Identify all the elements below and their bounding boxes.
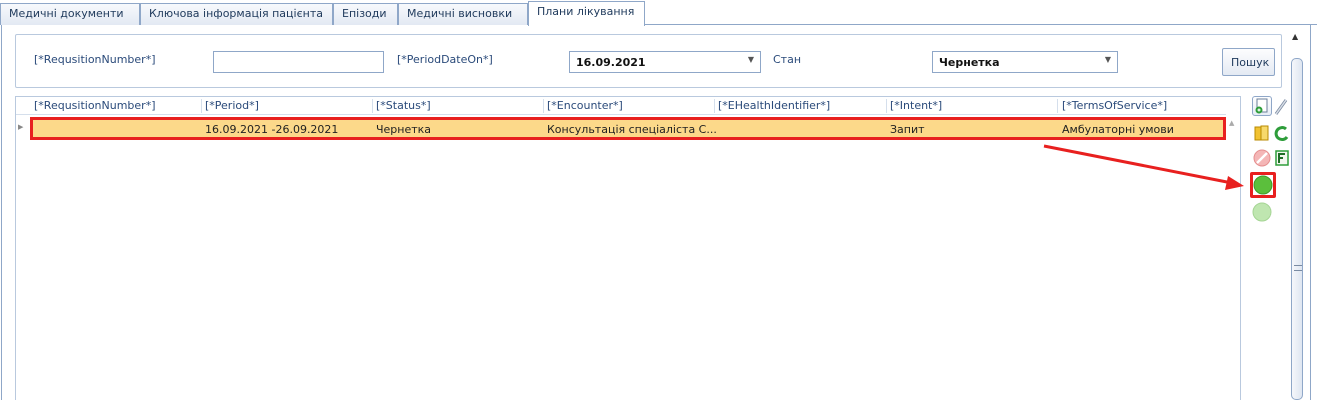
column-divider[interactable] bbox=[714, 99, 715, 113]
tab-medical-documents[interactable]: Медичні документи bbox=[0, 3, 140, 25]
column-divider[interactable] bbox=[543, 99, 544, 113]
filter-panel: [*RequsitionNumber*] [*PeriodDateOn*] 16… bbox=[15, 34, 1282, 88]
state-label: Стан bbox=[773, 53, 802, 66]
row-indicator-icon: ▶ bbox=[18, 123, 24, 131]
column-header-requisition-number[interactable]: [*RequsitionNumber*] bbox=[34, 99, 156, 112]
period-date-label: [*PeriodDateOn*] bbox=[397, 53, 493, 66]
cell-status: Чернетка bbox=[376, 123, 432, 136]
cell-encounter: Консультація спеціаліста С... bbox=[547, 123, 717, 136]
column-header-terms-of-service[interactable]: [*TermsOfService*] bbox=[1062, 99, 1167, 112]
column-header-intent[interactable]: [*Intent*] bbox=[890, 99, 942, 112]
requisition-number-input[interactable] bbox=[213, 51, 384, 73]
tab-key-patient-info[interactable]: Ключова інформація пацієнта bbox=[140, 3, 333, 25]
scroll-thumb[interactable] bbox=[1291, 58, 1303, 400]
search-button[interactable]: Пошук bbox=[1222, 48, 1275, 76]
book-icon[interactable] bbox=[1252, 123, 1272, 143]
cell-intent: Запит bbox=[890, 123, 925, 136]
column-header-status[interactable]: [*Status*] bbox=[376, 99, 431, 112]
column-divider[interactable] bbox=[201, 99, 202, 113]
cell-period: 16.09.2021 -26.09.2021 bbox=[205, 123, 339, 136]
period-date-value: 16.09.2021 bbox=[576, 56, 646, 69]
page-scrollbar[interactable]: ▲ bbox=[1290, 30, 1304, 400]
tab-treatment-plans[interactable]: Плани лікування bbox=[528, 1, 645, 26]
column-divider[interactable] bbox=[1057, 99, 1058, 113]
column-header-encounter[interactable]: [*Encounter*] bbox=[547, 99, 623, 112]
column-header-ehealth-identifier[interactable]: [*EHealthIdentifier*] bbox=[718, 99, 830, 112]
period-date-picker[interactable]: 16.09.2021 ▼ bbox=[569, 51, 761, 73]
cancel-icon[interactable] bbox=[1252, 148, 1272, 168]
add-document-icon[interactable] bbox=[1252, 96, 1272, 116]
cell-terms-of-service: Амбулаторні умови bbox=[1062, 123, 1174, 136]
column-divider[interactable] bbox=[886, 99, 887, 113]
grid-scrollbar[interactable]: ▲ bbox=[1226, 115, 1240, 400]
chevron-down-icon[interactable]: ▼ bbox=[1105, 55, 1111, 64]
tab-strip: Медичні документи Ключова інформація пац… bbox=[0, 0, 1317, 26]
scroll-up-icon[interactable]: ▲ bbox=[1292, 32, 1298, 41]
tab-episodes[interactable]: Епізоди bbox=[333, 3, 398, 25]
table-row[interactable]: 16.09.2021 -26.09.2021 Чернетка Консульт… bbox=[30, 117, 1226, 140]
green-circle-icon[interactable] bbox=[1250, 172, 1276, 198]
grid-header: [*RequsitionNumber*] [*Period*] [*Status… bbox=[16, 97, 1226, 115]
column-divider[interactable] bbox=[372, 99, 373, 113]
light-green-circle-icon[interactable] bbox=[1252, 202, 1272, 222]
grip-icon bbox=[1294, 265, 1302, 271]
chevron-down-icon[interactable]: ▼ bbox=[748, 55, 754, 64]
treatment-plans-grid: [*RequsitionNumber*] [*Period*] [*Status… bbox=[15, 96, 1241, 400]
requisition-number-label: [*RequsitionNumber*] bbox=[34, 53, 156, 66]
state-value: Чернетка bbox=[939, 56, 1000, 69]
tab-medical-conclusions[interactable]: Медичні висновки bbox=[398, 3, 528, 25]
state-select[interactable]: Чернетка ▼ bbox=[932, 51, 1118, 73]
column-header-period[interactable]: [*Period*] bbox=[205, 99, 259, 112]
scroll-up-icon[interactable]: ▲ bbox=[1229, 119, 1234, 127]
